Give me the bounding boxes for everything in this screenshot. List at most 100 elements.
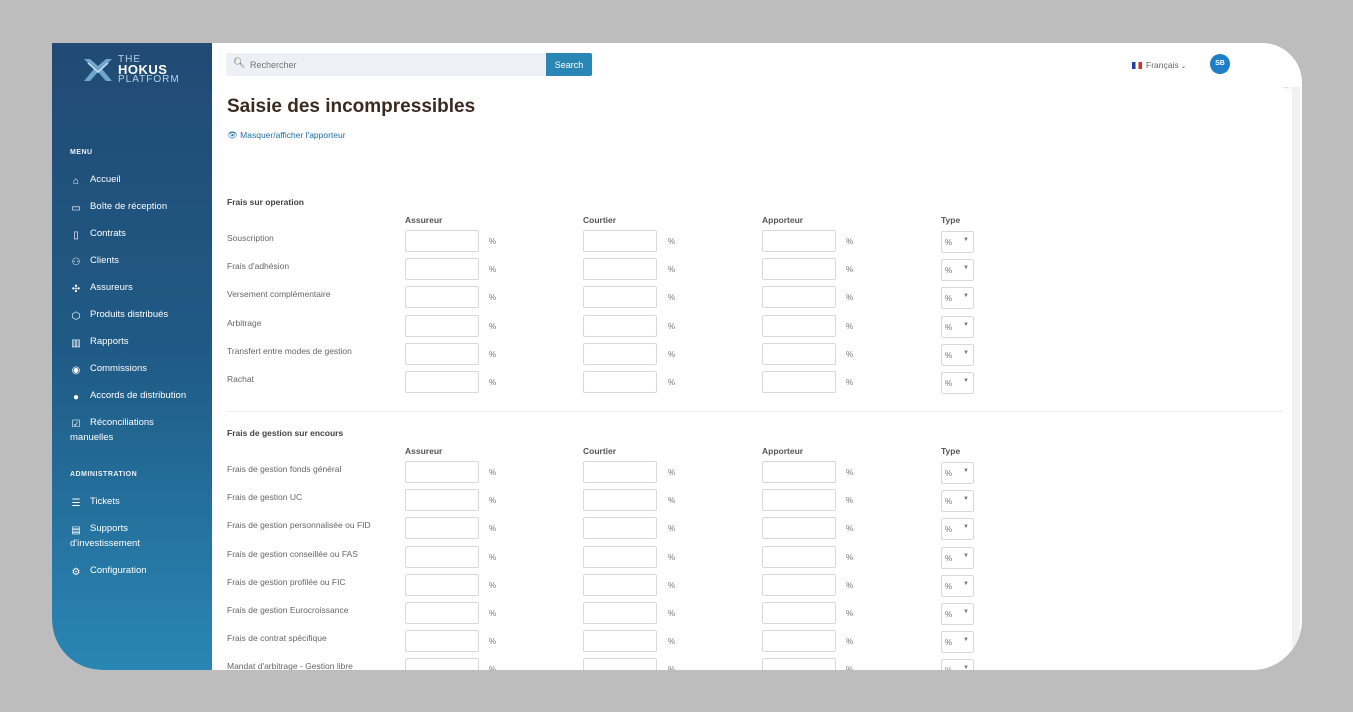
admin-section-title: ADMINISTRATION (70, 471, 138, 478)
courtier-input[interactable] (583, 602, 657, 624)
courtier-input[interactable] (583, 461, 657, 483)
caret-down-icon: ▼ (963, 321, 969, 328)
courtier-input[interactable] (583, 314, 657, 337)
apporteur-input[interactable] (762, 286, 836, 309)
type-select[interactable]: %▼ (941, 518, 974, 541)
type-select[interactable]: %▼ (941, 659, 974, 670)
percent-unit: % (668, 349, 676, 359)
type-select[interactable]: %▼ (941, 462, 974, 484)
apporteur-input[interactable] (762, 602, 836, 624)
courtier-input[interactable] (583, 573, 657, 596)
courtier-input[interactable] (583, 286, 657, 309)
sidebar-item-label: Produits distribués (90, 309, 169, 320)
sidebar-item-label: Contrats (90, 228, 126, 239)
sidebar-item-accueil[interactable]: ⌂ Accueil (70, 172, 210, 187)
courtier-input[interactable] (583, 517, 657, 540)
sidebar-item-tickets[interactable]: ☰ Tickets (70, 494, 210, 509)
courtier-input[interactable] (583, 630, 657, 653)
assureur-input[interactable] (405, 371, 479, 393)
apporteur-input[interactable] (762, 314, 836, 337)
assureur-input[interactable] (405, 230, 479, 252)
type-select[interactable]: %▼ (941, 546, 974, 569)
type-select[interactable]: %▼ (941, 574, 974, 597)
courtier-input[interactable] (583, 489, 657, 512)
courtier-input[interactable] (583, 658, 657, 670)
sidebar-item-produits[interactable]: ⬡ Produits distribués (70, 307, 210, 322)
toggle-apporteur-link[interactable]: 👁︎ Masquer/afficher l'apporteur (227, 130, 346, 141)
type-select-value: % (945, 238, 953, 247)
type-select[interactable]: %▼ (941, 490, 974, 513)
books-icon: ▥ (71, 338, 81, 349)
type-select-value: % (945, 322, 953, 332)
type-select[interactable]: %▼ (941, 372, 974, 394)
row-label: Frais de gestion profilée ou FIC (227, 576, 346, 587)
percent-unit: % (846, 496, 854, 506)
sidebar-item-inbox[interactable]: ▭ Boîte de réception (70, 199, 210, 214)
assureur-input[interactable] (405, 602, 479, 624)
apporteur-input[interactable] (762, 489, 836, 512)
assureur-input[interactable] (405, 258, 479, 281)
apporteur-input[interactable] (762, 258, 836, 281)
apporteur-input[interactable] (762, 573, 836, 596)
assureur-input[interactable] (405, 545, 479, 568)
apporteur-input[interactable] (762, 342, 836, 365)
sidebar-item-supports[interactable]: ▤ Supports d'investissement (70, 521, 180, 551)
language-selector[interactable]: Français ⌄ (1132, 60, 1186, 70)
assureur-input[interactable] (405, 489, 479, 512)
avatar[interactable]: SB (1210, 54, 1230, 74)
apporteur-input[interactable] (762, 630, 836, 653)
type-select[interactable]: %▼ (941, 603, 974, 625)
apporteur-input[interactable] (762, 517, 836, 540)
sidebar-item-accords[interactable]: ● Accords de distribution (70, 388, 210, 403)
type-select[interactable]: %▼ (941, 631, 974, 654)
type-select[interactable]: %▼ (941, 231, 974, 253)
caret-down-icon: ▼ (963, 552, 969, 559)
column-header: Courtier (583, 446, 617, 456)
sidebar-item-reconciliations[interactable]: ☑ Réconciliations manuelles (70, 415, 190, 445)
hokus-logo[interactable]: THE HOKUS PLATFORM (82, 53, 192, 87)
search-input[interactable] (248, 56, 542, 74)
apporteur-input[interactable] (762, 371, 836, 393)
courtier-input[interactable] (583, 230, 657, 252)
sidebar-item-configuration[interactable]: ⚙ Configuration (70, 563, 210, 578)
assureur-input[interactable] (405, 658, 479, 670)
column-header: Apporteur (762, 446, 804, 456)
type-select[interactable]: %▼ (941, 259, 974, 282)
courtier-input[interactable] (583, 258, 657, 281)
section-title: Frais sur operation (227, 197, 304, 207)
assureur-input[interactable] (405, 314, 479, 337)
assureur-input[interactable] (405, 461, 479, 483)
percent-unit: % (668, 468, 676, 477)
apporteur-input[interactable] (762, 461, 836, 483)
courtier-input[interactable] (583, 545, 657, 568)
apporteur-input[interactable] (762, 230, 836, 252)
assureur-input[interactable] (405, 630, 479, 653)
percent-unit: % (489, 378, 497, 387)
assureur-input[interactable] (405, 342, 479, 365)
assureur-input[interactable] (405, 286, 479, 309)
search-button[interactable]: Search (546, 53, 592, 76)
sidebar-item-rapports[interactable]: ▥ Rapports (70, 334, 210, 349)
courtier-input[interactable] (583, 371, 657, 393)
apporteur-input[interactable] (762, 658, 836, 670)
percent-unit: % (668, 378, 676, 387)
scrollbar[interactable] (1292, 87, 1300, 670)
caret-down-icon: ▼ (963, 378, 969, 384)
percent-unit: % (846, 468, 854, 477)
column-header: Assureur (405, 215, 443, 225)
type-select[interactable]: %▼ (941, 315, 974, 338)
type-select[interactable]: %▼ (941, 343, 974, 366)
sidebar-item-assureurs[interactable]: ✣ Assureurs (70, 280, 210, 295)
sidebar-item-contrats[interactable]: ▯ Contrats (70, 226, 210, 241)
percent-unit: % (846, 609, 854, 618)
type-select[interactable]: %▼ (941, 287, 974, 310)
percent-unit: % (489, 609, 497, 618)
sidebar-item-clients[interactable]: ⚇ Clients (70, 253, 210, 268)
courtier-input[interactable] (583, 342, 657, 365)
assureur-input[interactable] (405, 517, 479, 540)
assureur-input[interactable] (405, 573, 479, 596)
percent-unit: % (489, 321, 497, 331)
section-divider (227, 411, 1283, 412)
sidebar-item-commissions[interactable]: ◉ Commissions (70, 361, 210, 376)
apporteur-input[interactable] (762, 545, 836, 568)
